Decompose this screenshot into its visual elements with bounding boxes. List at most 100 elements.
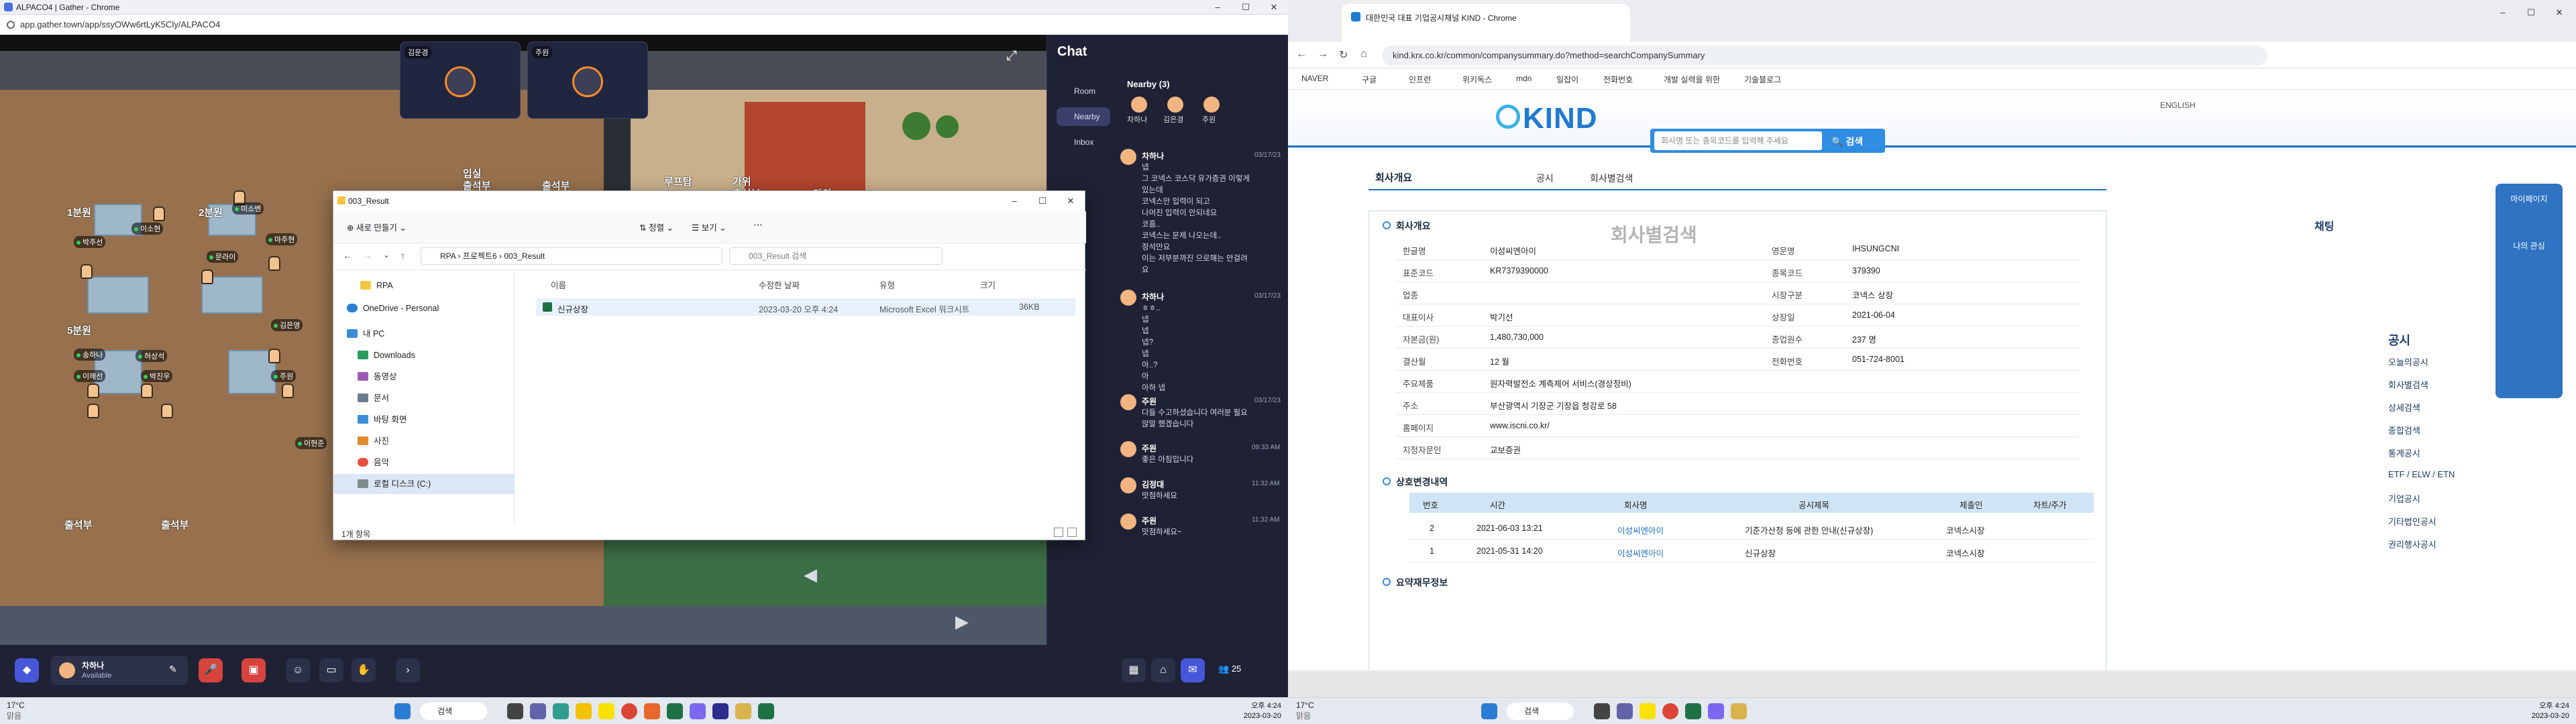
sort-button[interactable]: ⇅ 정렬 ⌄ [639, 221, 674, 233]
excel-icon[interactable] [1685, 703, 1701, 719]
chat-nav-room[interactable]: Room [1057, 82, 1110, 101]
app-icon[interactable] [735, 703, 751, 719]
table-row[interactable]: 신규상장 2023-03-20 오후 4:24 Microsoft Excel … [536, 298, 1075, 316]
video-tile[interactable]: 주원 [527, 42, 648, 119]
quick-menu-item[interactable]: 나의 관심 [2502, 240, 2556, 251]
chevron-down-icon[interactable]: ⌄ [383, 250, 390, 259]
app-icon[interactable] [690, 703, 706, 719]
explorer-icon[interactable] [576, 703, 592, 719]
avatar[interactable] [268, 256, 280, 271]
avatar[interactable] [87, 404, 99, 418]
app-icon[interactable] [1708, 703, 1724, 719]
rail-item[interactable]: 기업공시 [2388, 492, 2420, 505]
column-header-size[interactable]: 크기 [980, 278, 996, 291]
sidebar-item-downloads[interactable]: Downloads [333, 345, 515, 365]
bookmark-item[interactable]: 위키독스 [1462, 74, 1492, 85]
bookmark-item[interactable]: 일잡이 [1556, 74, 1578, 85]
task-view-icon[interactable] [507, 703, 523, 719]
taskbar-search[interactable]: 검색 [1507, 703, 1574, 720]
avatar[interactable] [282, 383, 294, 398]
windows-start-icon[interactable] [1481, 703, 1497, 719]
avatar[interactable] [1131, 97, 1147, 113]
tab-disclosure[interactable]: 공시 [1536, 172, 1554, 185]
app-icon[interactable] [1731, 703, 1747, 719]
table-row[interactable]: 1 2021-05-31 14:20 이성씨엔아이 신규상장 코넥스시장 [1409, 540, 2094, 562]
sidebar-item-videos[interactable]: 동영상 [333, 367, 515, 387]
sidebar-item-pictures[interactable]: 사진 [333, 431, 515, 451]
taskbar-search[interactable]: 검색 [420, 703, 487, 720]
clock[interactable]: 오후 4:24 2023-03-20 [1221, 701, 1281, 721]
weather-widget[interactable]: 17°C 맑음 [1296, 701, 1314, 721]
view-button[interactable]: ☰ 보기 ⌄ [692, 221, 727, 233]
rail-item[interactable]: 종합검색 [2388, 424, 2420, 436]
close-icon[interactable]: ✕ [2545, 5, 2573, 20]
chat-nav-nearby[interactable]: Nearby [1057, 107, 1110, 126]
bookmark-item[interactable]: 기술블로그 [1744, 74, 1781, 85]
breadcrumb-item[interactable]: 프로젝트6 [463, 251, 497, 261]
more-icon[interactable]: ⋯ [753, 219, 763, 231]
column-header-type[interactable]: 유형 [879, 278, 895, 291]
back-arrow-icon[interactable]: ← [1296, 48, 1307, 60]
column-header-name[interactable]: 이름 [551, 278, 566, 291]
hand-icon[interactable]: ✋ [352, 658, 376, 682]
info-value[interactable]: www.iscni.co.kr/ [1490, 421, 1550, 430]
emoji-icon[interactable]: ☺ [286, 658, 310, 682]
reload-icon[interactable]: ↻ [1339, 48, 1348, 62]
mic-off-icon[interactable]: 🎤 [199, 658, 223, 682]
maximize-icon[interactable]: ☐ [1232, 0, 1260, 15]
rail-item[interactable]: 권리행사공시 [2388, 538, 2436, 550]
row-title[interactable]: 신규상장 [1745, 546, 1776, 559]
clock[interactable]: 오후 4:24 2023-03-20 [2509, 701, 2569, 721]
url-text[interactable]: kind.krx.co.kr/common/companysummary.do?… [1393, 50, 1705, 60]
quick-menu-item[interactable]: 마이페이지 [2502, 193, 2556, 204]
home-icon[interactable]: ⌂ [1360, 48, 1367, 60]
avatar[interactable] [201, 269, 213, 284]
back-arrow-icon[interactable]: ← [343, 250, 352, 261]
kakaotalk-icon[interactable] [598, 703, 614, 719]
bookmark-item[interactable]: mdn [1516, 74, 1532, 83]
bookmark-item[interactable]: 구글 [1362, 74, 1377, 85]
row-title[interactable]: 기준가산정 등에 관한 안내(신규상장) [1745, 524, 1873, 536]
sidebar-item-this-pc[interactable]: 내 PC [333, 324, 515, 344]
arrow-left-icon[interactable]: ◀ [804, 564, 817, 585]
task-view-icon[interactable] [1594, 703, 1610, 719]
avatar[interactable] [161, 404, 173, 418]
table-row[interactable]: 2 2021-06-03 13:21 이성씨엔아이 기준가산정 등에 관한 안내… [1409, 517, 2094, 540]
kind-search-button[interactable]: 🔍 검색 [1831, 135, 1863, 148]
user-profile-chip[interactable]: 차하나 Available ✎ [51, 656, 188, 685]
tab-company-overview[interactable]: 회사개요 [1375, 170, 1412, 184]
arrow-right-icon[interactable]: ▶ [955, 611, 969, 632]
chat-icon[interactable]: ✉ [1181, 658, 1205, 682]
new-button[interactable]: ⊕ 새로 만들기 ⌄ [347, 221, 407, 233]
details-view-icon[interactable] [1054, 528, 1063, 537]
kind-search-box[interactable]: 회사명 또는 종목코드를 입력해 주세요 🔍 검색 [1650, 129, 1885, 153]
rail-item[interactable]: ETF / ELW / ETN [2388, 469, 2455, 479]
rail-item[interactable]: 상세검색 [2388, 401, 2420, 414]
url-bar[interactable]: app.gather.town/app/ssyOWw6rtLyK5Cly/ALP… [0, 15, 1288, 35]
breadcrumb-item[interactable]: 003_Result [504, 251, 545, 261]
avatar[interactable] [141, 383, 153, 398]
avatar[interactable] [268, 349, 280, 363]
video-tile[interactable]: 김운경 [400, 42, 521, 119]
rail-item[interactable]: 통계공시 [2388, 446, 2420, 459]
sidebar-item-documents[interactable]: 문서 [333, 388, 515, 408]
bookmark-item[interactable]: 인프런 [1409, 74, 1431, 85]
forward-arrow-icon[interactable]: → [363, 250, 372, 261]
kind-logo[interactable]: KIND [1523, 102, 1598, 135]
building-icon[interactable]: ⌂ [1151, 658, 1175, 682]
chrome-icon[interactable] [621, 703, 637, 719]
row-company[interactable]: 이성씨엔아이 [1617, 524, 1664, 536]
browser-tab[interactable]: 대한민국 대표 기업공시채널 KIND - Chrome [1342, 4, 1630, 42]
row-company[interactable]: 이성씨엔아이 [1617, 546, 1664, 559]
maximize-icon[interactable]: ☐ [1028, 194, 1057, 208]
bookmark-item[interactable]: 개발 실력을 위한 [1664, 74, 1720, 85]
calendar-icon[interactable]: ▦ [1122, 658, 1146, 682]
kakaotalk-icon[interactable] [1640, 703, 1656, 719]
camera-off-icon[interactable]: ▣ [241, 658, 266, 682]
screen-share-icon[interactable]: ▭ [319, 658, 343, 682]
rail-item[interactable]: 오늘의공시 [2388, 355, 2428, 368]
tiles-view-icon[interactable] [1067, 528, 1077, 537]
address-bar[interactable]: kind.krx.co.kr/common/companysummary.do?… [1382, 46, 2267, 66]
avatar[interactable] [87, 383, 99, 398]
rail-item[interactable]: 기타법인공시 [2388, 515, 2436, 528]
